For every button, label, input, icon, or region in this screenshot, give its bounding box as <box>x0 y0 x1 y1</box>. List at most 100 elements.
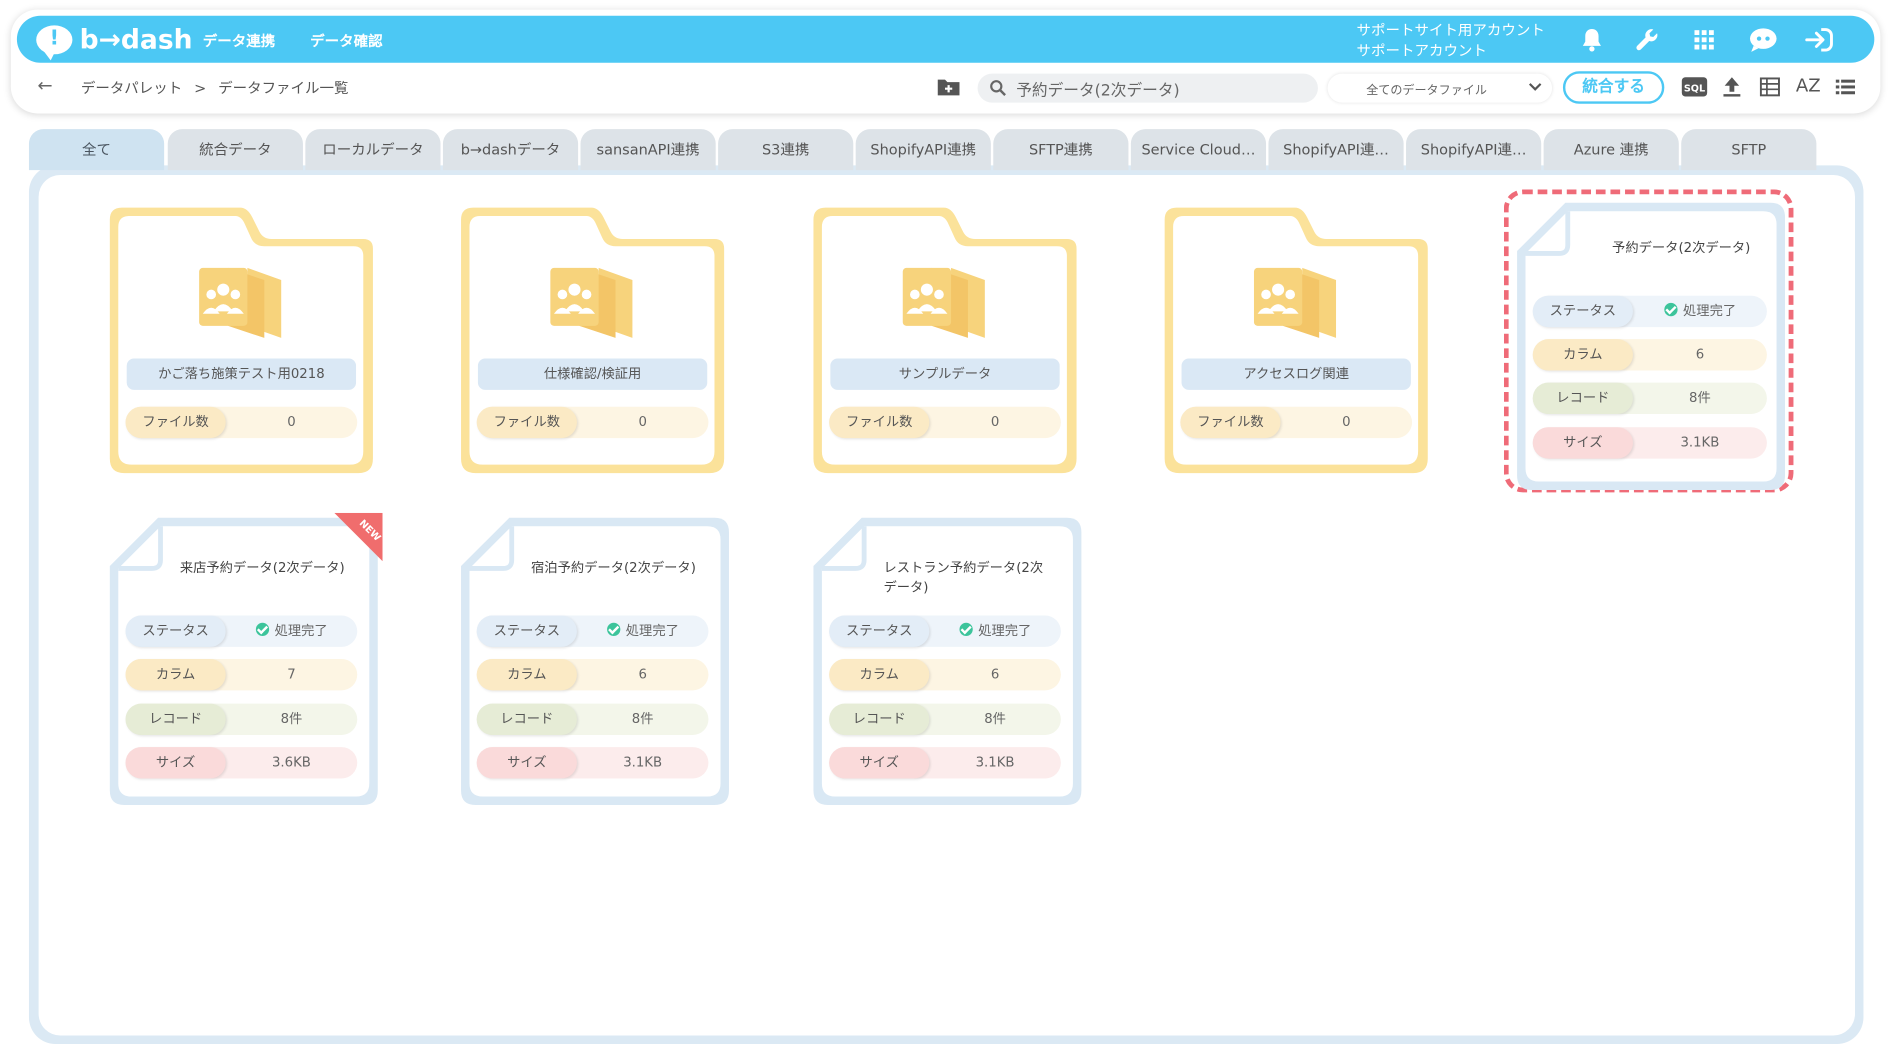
top-navigation-bar: b→dash データ連携 データ確認 サポートサイト用アカウント サポートアカウ… <box>16 15 1875 63</box>
bdash-logo[interactable]: b→dash <box>36 23 193 61</box>
size-row: サイズ 3.1KB <box>476 747 709 779</box>
upload-icon[interactable] <box>1722 76 1741 98</box>
status-row: ステータス 処理完了 <box>476 615 709 647</box>
folder-card[interactable]: アクセスログ関連 ファイル数 0 <box>1160 203 1430 478</box>
column-row: カラム 6 <box>476 658 709 691</box>
tab-azure[interactable]: Azure 連携 <box>1543 129 1679 171</box>
file-count-label: ファイル数 <box>1180 406 1281 439</box>
status-value: 処理完了 <box>226 616 358 647</box>
file-title: 予約データ(2次データ) <box>1612 240 1751 256</box>
tab-bdash-data[interactable]: b→dashデータ <box>442 129 579 171</box>
tab-all[interactable]: 全て <box>28 129 165 171</box>
record-value: 8件 <box>984 710 1006 727</box>
table-view-icon[interactable] <box>1759 76 1781 98</box>
folder-group-icon <box>1253 267 1337 338</box>
folder-card[interactable]: サンプルデータ ファイル数 0 <box>809 203 1079 478</box>
breadcrumb-separator: > <box>194 79 207 97</box>
tab-sansan-api[interactable]: sansanAPI連携 <box>580 129 716 171</box>
record-row: レコード 8件 <box>1532 382 1767 414</box>
nav-data-integration[interactable]: データ連携 <box>203 30 275 51</box>
column-label: カラム <box>829 658 930 691</box>
tab-shopify-api[interactable]: ShopifyAPI連携 <box>855 129 991 171</box>
check-circle-icon <box>1663 302 1677 317</box>
grid-apps-icon[interactable] <box>1690 25 1719 54</box>
tab-integrated-data[interactable]: 統合データ <box>167 129 303 171</box>
column-value: 7 <box>287 666 296 682</box>
data-file-card[interactable]: レストラン予約データ(2次データ) ステータス 処理完了 カラム 6 レコード … <box>809 513 1087 810</box>
folder-name: 仕様確認/検証用 <box>477 358 708 390</box>
size-label: サイズ <box>829 747 930 779</box>
tab-shopify-api-2[interactable]: ShopifyAPI連… <box>1268 129 1404 171</box>
nav-data-check[interactable]: データ確認 <box>310 30 382 51</box>
status-row: ステータス 処理完了 <box>829 615 1061 647</box>
column-row: カラム 7 <box>125 658 358 691</box>
tab-sftp[interactable]: SFTP <box>1681 129 1817 171</box>
record-row: レコード 8件 <box>829 703 1061 736</box>
sql-icon-label: SQL <box>1684 84 1705 95</box>
file-count-label: ファイル数 <box>829 406 930 439</box>
column-label: カラム <box>476 658 577 691</box>
file-count-label: ファイル数 <box>476 406 577 439</box>
new-badge: NEW <box>334 512 383 562</box>
breadcrumb-current: データファイル一覧 <box>218 79 349 97</box>
logout-icon[interactable] <box>1803 25 1837 54</box>
status-text: 処理完了 <box>274 622 328 639</box>
folder-card[interactable]: 仕様確認/検証用 ファイル数 0 <box>456 203 726 478</box>
tab-service-cloud[interactable]: Service Cloud… <box>1130 129 1267 171</box>
data-file-card[interactable]: 予約データ(2次データ) ステータス 処理完了 カラム 6 レコード 8件 サイ… <box>1512 198 1790 495</box>
column-label: カラム <box>1532 339 1633 371</box>
column-row: カラム 6 <box>1532 339 1767 371</box>
status-text: 処理完了 <box>625 622 679 639</box>
breadcrumb-root[interactable]: データパレット <box>81 80 182 97</box>
search-box[interactable] <box>977 73 1318 103</box>
data-file-card[interactable]: 宿泊予約データ(2次データ) ステータス 処理完了 カラム 6 レコード 8件 … <box>456 513 734 810</box>
size-value: 3.1KB <box>975 754 1015 771</box>
data-file-card[interactable]: NEW 来店予約データ(2次データ) ステータス 処理完了 カラム 7 レコード… <box>105 512 383 810</box>
file-count-value: 0 <box>638 413 647 430</box>
file-count-row: ファイル数 0 <box>829 406 1061 439</box>
chatbot-icon[interactable] <box>1746 25 1780 54</box>
folder-group-icon <box>902 267 985 338</box>
search-input[interactable] <box>1016 77 1306 99</box>
file-title: 宿泊予約データ(2次データ) <box>531 560 696 576</box>
file-count-value: 0 <box>990 413 1000 430</box>
sql-icon[interactable]: SQL <box>1681 76 1708 98</box>
folder-group-icon <box>199 267 282 338</box>
size-label: サイズ <box>1532 427 1633 459</box>
file-count-row: ファイル数 0 <box>476 406 709 439</box>
size-value: 3.1KB <box>623 754 663 771</box>
status-label: ステータス <box>125 615 226 647</box>
size-label: サイズ <box>476 747 577 779</box>
status-value: 処理完了 <box>1633 296 1767 327</box>
tab-local-data[interactable]: ローカルデータ <box>305 129 441 171</box>
bell-icon[interactable] <box>1577 25 1606 54</box>
folder-card[interactable]: かご落ち施策テスト用0218 ファイル数 0 <box>105 203 375 478</box>
size-row: サイズ 3.6KB <box>125 747 358 779</box>
folder-name: かご落ち施策テスト用0218 <box>126 358 357 390</box>
sort-az-icon[interactable]: AZ <box>1796 75 1821 97</box>
tab-sftp-integration[interactable]: SFTP連携 <box>993 129 1129 171</box>
record-value: 8件 <box>1689 389 1711 406</box>
column-value: 6 <box>990 666 1000 682</box>
column-value: 6 <box>638 666 647 682</box>
file-title: 来店予約データ(2次データ) <box>179 560 345 576</box>
size-label: サイズ <box>125 747 226 779</box>
status-label: ステータス <box>1532 295 1633 328</box>
status-label: ステータス <box>476 615 577 647</box>
merge-button[interactable]: 統合する <box>1562 71 1665 104</box>
back-arrow-icon[interactable]: ← <box>37 75 52 97</box>
column-row: カラム 6 <box>829 658 1061 691</box>
account-role: サポートアカウント <box>1356 42 1487 60</box>
check-circle-icon <box>958 622 973 637</box>
file-count-row: ファイル数 0 <box>1180 406 1413 439</box>
tab-s3[interactable]: S3連携 <box>718 129 854 171</box>
folder-add-icon[interactable] <box>937 77 961 96</box>
status-row: ステータス 処理完了 <box>125 615 358 647</box>
tab-shopify-api-3[interactable]: ShopifyAPI連… <box>1406 129 1542 171</box>
list-view-icon[interactable] <box>1835 76 1856 98</box>
file-count-row: ファイル数 0 <box>125 406 358 439</box>
account-info[interactable]: サポートサイト用アカウント サポートアカウント <box>1357 21 1545 62</box>
wrench-icon[interactable] <box>1633 25 1662 54</box>
file-filter-select[interactable]: 全てのデータファイル <box>1327 73 1553 103</box>
folder-group-icon <box>550 267 633 338</box>
